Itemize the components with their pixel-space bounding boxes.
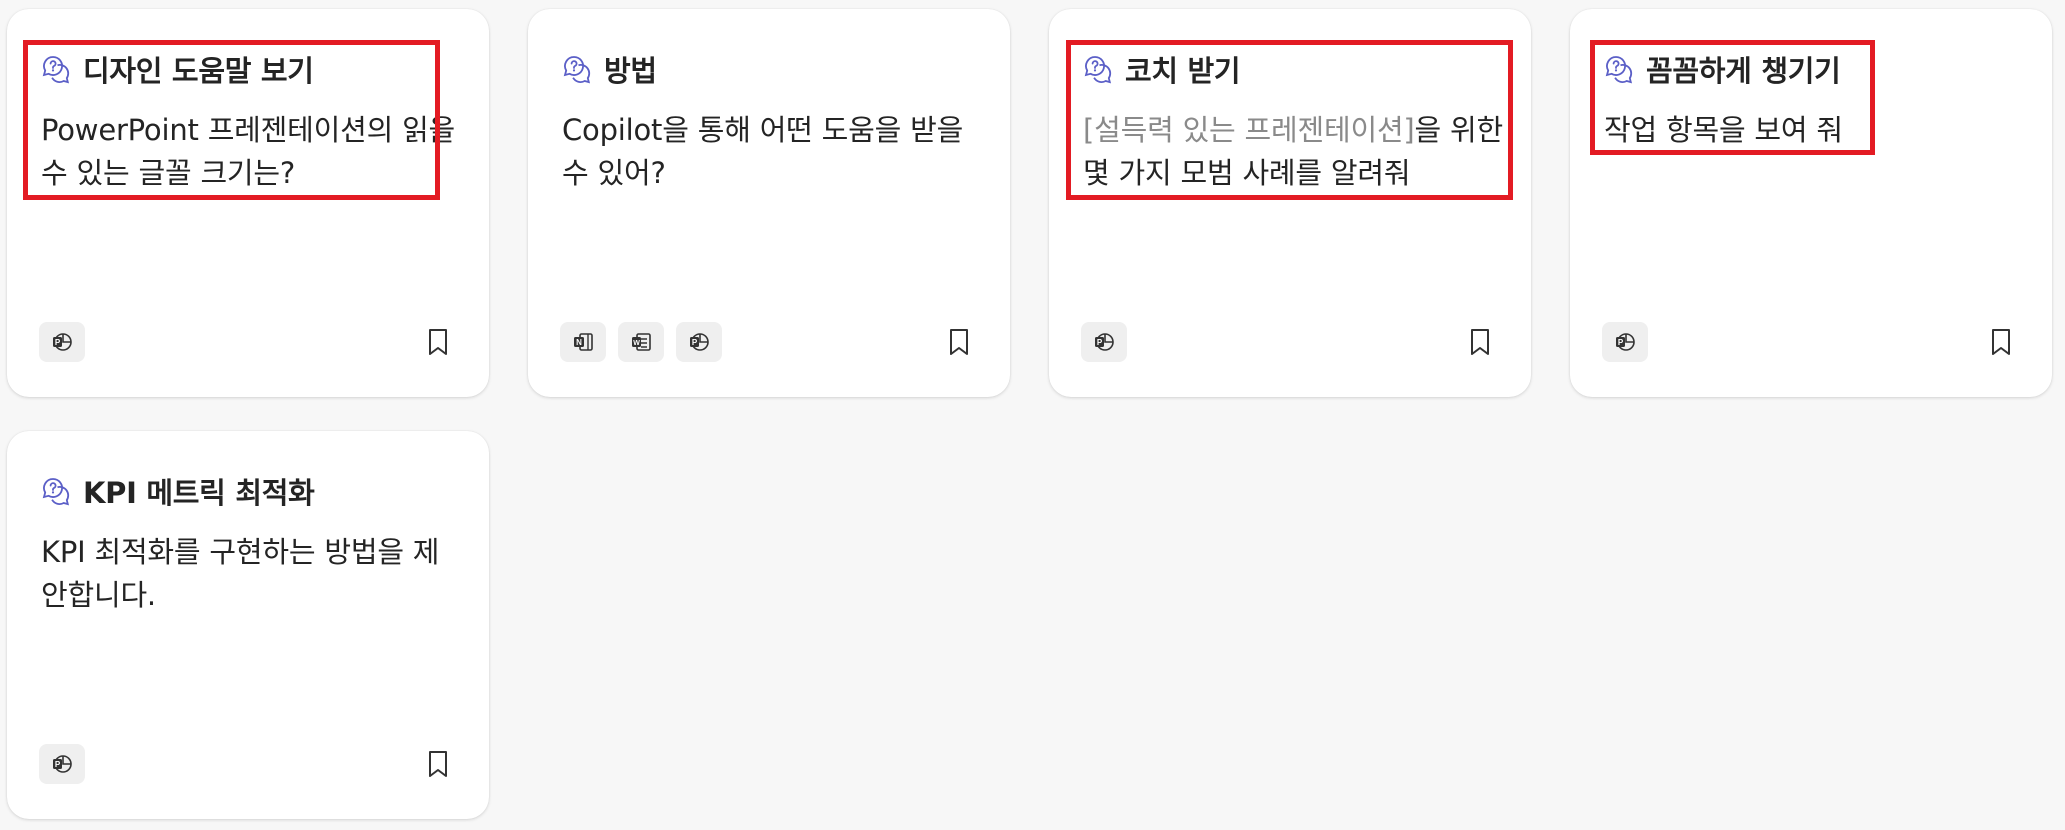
card-description: 작업 항목을 보여 줘 xyxy=(1604,113,1843,147)
svg-text:N: N xyxy=(576,338,582,347)
card-header: KPI 메트릭 최적화 xyxy=(41,471,315,511)
bookmark-icon[interactable] xyxy=(425,326,451,358)
card-description: PowerPoint 프레젠테이션의 읽을 수 있는 글꼴 크기는? xyxy=(41,113,456,190)
card-header: 디자인 도움말 보기 xyxy=(41,49,314,89)
svg-text:P: P xyxy=(1097,338,1103,347)
card-title: KPI 메트릭 최적화 xyxy=(83,476,315,510)
chat-help-icon xyxy=(41,54,71,84)
card-title: 방법 xyxy=(604,54,657,88)
svg-text:P: P xyxy=(1618,338,1624,347)
planner-icon: W xyxy=(618,322,664,362)
card-header: 코치 받기 xyxy=(1083,49,1241,89)
card-title: 코치 받기 xyxy=(1125,54,1241,88)
chat-help-icon xyxy=(562,54,592,84)
card-header: 방법 xyxy=(562,49,657,89)
prompt-placeholder[interactable]: [설득력 있는 프레젠테이션] xyxy=(1083,113,1415,147)
card-title: 꼼꼼하게 챙기기 xyxy=(1646,54,1841,88)
prompt-card[interactable]: 방법 Copilot을 통해 어떤 도움을 받을 수 있어? N W P xyxy=(528,9,1010,397)
powerpoint-icon: P xyxy=(1081,322,1127,362)
powerpoint-icon: P xyxy=(676,322,722,362)
svg-text:P: P xyxy=(55,338,61,347)
bookmark-icon[interactable] xyxy=(1467,326,1493,358)
bookmark-icon[interactable] xyxy=(1988,326,2014,358)
powerpoint-icon: P xyxy=(39,322,85,362)
card-description: KPI 최적화를 구현하는 방법을 제안합니다. xyxy=(41,535,440,612)
powerpoint-icon: P xyxy=(39,744,85,784)
svg-text:P: P xyxy=(692,338,698,347)
bookmark-icon[interactable] xyxy=(425,748,451,780)
svg-text:W: W xyxy=(633,340,640,347)
app-icon-list: P xyxy=(1081,322,1127,362)
prompt-gallery: 디자인 도움말 보기 PowerPoint 프레젠테이션의 읽을 수 있는 글꼴… xyxy=(0,0,2065,830)
onenote-icon: N xyxy=(560,322,606,362)
app-icon-list: P xyxy=(39,744,85,784)
card-title: 디자인 도움말 보기 xyxy=(83,54,314,88)
app-icon-list: N W P xyxy=(560,322,722,362)
app-icon-list: P xyxy=(1602,322,1648,362)
powerpoint-icon: P xyxy=(1602,322,1648,362)
app-icon-list: P xyxy=(39,322,85,362)
chat-help-icon xyxy=(1083,54,1113,84)
card-header: 꼼꼼하게 챙기기 xyxy=(1604,49,1841,89)
bookmark-icon[interactable] xyxy=(946,326,972,358)
prompt-card[interactable]: KPI 메트릭 최적화 KPI 최적화를 구현하는 방법을 제안합니다. P xyxy=(7,431,489,819)
prompt-card[interactable]: 디자인 도움말 보기 PowerPoint 프레젠테이션의 읽을 수 있는 글꼴… xyxy=(7,9,489,397)
svg-text:P: P xyxy=(55,760,61,769)
card-description: Copilot을 통해 어떤 도움을 받을 수 있어? xyxy=(562,113,964,190)
prompt-card[interactable]: 코치 받기 [설득력 있는 프레젠테이션]을 위한 몇 가지 모범 사례를 알려… xyxy=(1049,9,1531,397)
card-description: [설득력 있는 프레젠테이션]을 위한 몇 가지 모범 사례를 알려줘 xyxy=(1083,109,1503,195)
prompt-card[interactable]: 꼼꼼하게 챙기기 작업 항목을 보여 줘 P xyxy=(1570,9,2052,397)
chat-help-icon xyxy=(1604,54,1634,84)
chat-help-icon xyxy=(41,476,71,506)
